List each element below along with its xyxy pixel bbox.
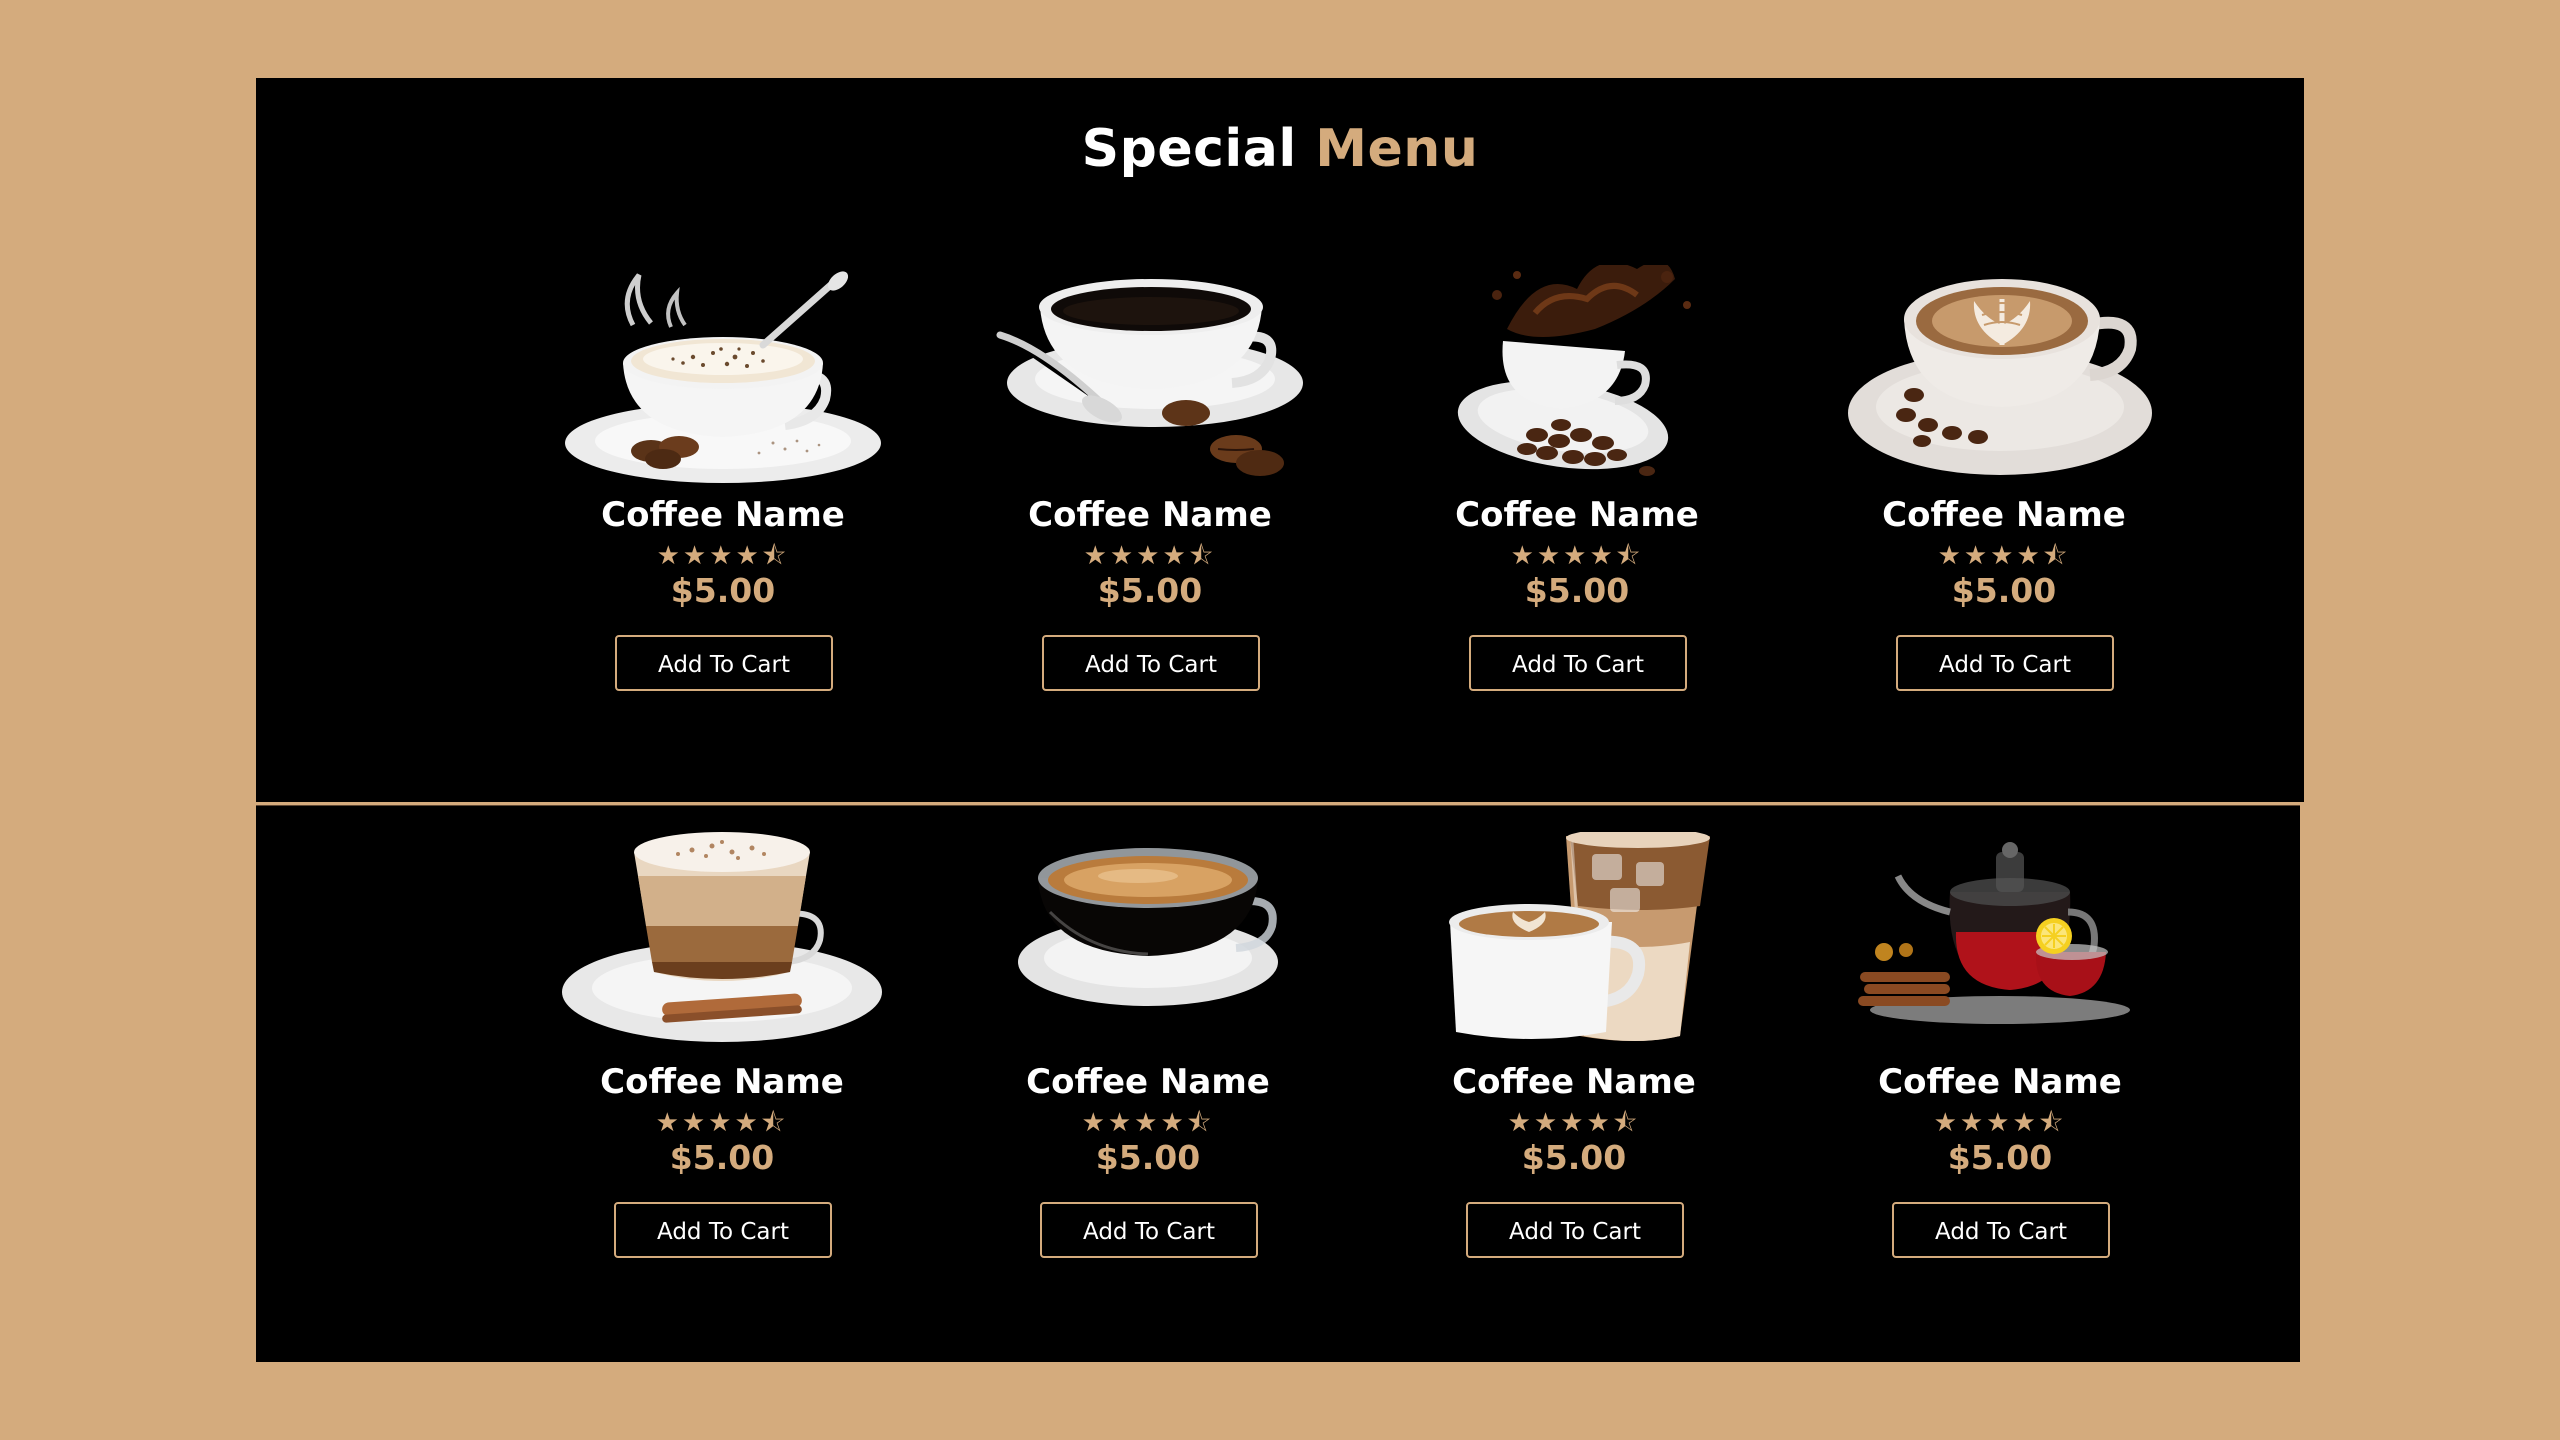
coffee-name: Coffee Name: [1452, 1062, 1696, 1102]
rating-stars: ★★★★⯪: [1937, 541, 2071, 571]
layered-latte-glass-icon: [562, 832, 882, 1042]
coffee-price: $5.00: [1095, 1138, 1201, 1177]
special-menu-panel-top: Special Menu Coffee Name ★★★★⯪ $5.00 Add…: [256, 78, 2304, 802]
coffee-name: Coffee Name: [1455, 495, 1699, 535]
add-to-cart-button[interactable]: Add To Cart: [615, 635, 833, 691]
coffee-price: $5.00: [1524, 571, 1630, 610]
cappuccino-cup-icon: [565, 271, 881, 483]
rating-stars: ★★★★⯪: [1510, 541, 1644, 571]
coffee-splash-cup-icon: [1457, 265, 1691, 476]
coffee-name: Coffee Name: [600, 1062, 844, 1102]
espresso-glass-cup-icon: [1018, 848, 1278, 1006]
latte-art-cup-icon: [1848, 279, 2152, 475]
coffee-name: Coffee Name: [601, 495, 845, 535]
add-to-cart-button[interactable]: Add To Cart: [614, 1202, 832, 1258]
rating-stars: ★★★★⯪: [1507, 1108, 1641, 1138]
coffee-name: Coffee Name: [1026, 1062, 1270, 1102]
coffee-price: $5.00: [1521, 1138, 1627, 1177]
rating-stars: ★★★★⯪: [1083, 541, 1217, 571]
add-to-cart-button[interactable]: Add To Cart: [1892, 1202, 2110, 1258]
coffee-price: $5.00: [669, 1138, 775, 1177]
iced-coffee-duo-icon: [1449, 832, 1710, 1041]
add-to-cart-button[interactable]: Add To Cart: [1040, 1202, 1258, 1258]
rating-stars: ★★★★⯪: [1933, 1108, 2067, 1138]
coffee-price: $5.00: [670, 571, 776, 610]
add-to-cart-button[interactable]: Add To Cart: [1469, 635, 1687, 691]
coffee-price: $5.00: [1951, 571, 2057, 610]
rating-stars: ★★★★⯪: [655, 1108, 789, 1138]
coffee-name: Coffee Name: [1878, 1062, 2122, 1102]
page-title: Special Menu: [256, 118, 2304, 180]
add-to-cart-button[interactable]: Add To Cart: [1896, 635, 2114, 691]
coffee-name: Coffee Name: [1882, 495, 2126, 535]
add-to-cart-button[interactable]: Add To Cart: [1042, 635, 1260, 691]
coffee-name: Coffee Name: [1028, 495, 1272, 535]
black-coffee-cup-icon: [996, 279, 1303, 476]
coffee-price: $5.00: [1947, 1138, 2053, 1177]
coffee-price: $5.00: [1097, 571, 1203, 610]
rating-stars: ★★★★⯪: [1081, 1108, 1215, 1138]
rating-stars: ★★★★⯪: [656, 541, 790, 571]
add-to-cart-button[interactable]: Add To Cart: [1466, 1202, 1684, 1258]
title-part-menu: Menu: [1315, 119, 1479, 179]
title-part-special: Special: [1081, 119, 1297, 179]
special-menu-panel-bottom: Coffee Name ★★★★⯪ $5.00 Add To Cart Coff…: [256, 805, 2300, 1362]
tea-pot-icon: [1858, 842, 2130, 1024]
